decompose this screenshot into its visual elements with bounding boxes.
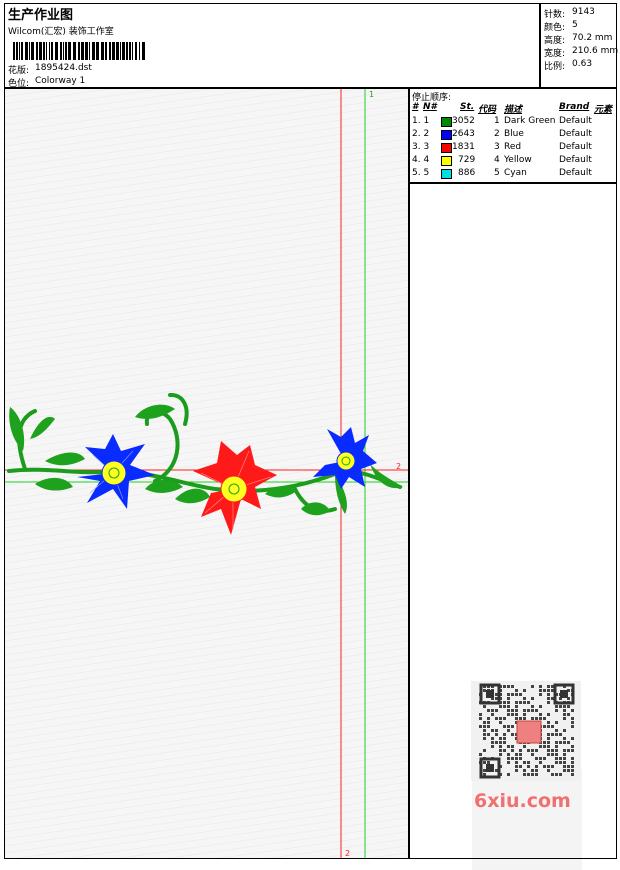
col-header-desc: 描述 xyxy=(504,105,523,115)
stats-panel: 针数: 9143 颜色: 5 高度: 70.2 mm 宽度: 210.6 mm … xyxy=(540,3,619,88)
color-swatch xyxy=(441,130,452,140)
row-index: 5. 5 xyxy=(412,168,430,178)
stat-stitches-label: 针数: xyxy=(544,10,566,20)
color-row: 5. 5 886 5 Cyan Default xyxy=(410,168,618,181)
row-index: 2. 2 xyxy=(412,129,430,139)
row-brand: Default xyxy=(559,129,592,139)
color-row: 3. 3 1831 3 Red Default xyxy=(410,142,618,155)
guide-marker-red-right: 2 xyxy=(396,462,401,471)
row-brand: Default xyxy=(559,142,592,152)
embroidery-canvas: 1 2 2 xyxy=(5,89,408,858)
row-stitches: 2643 xyxy=(452,129,475,139)
row-stitches: 1831 xyxy=(452,142,475,152)
row-stitches: 886 xyxy=(458,168,476,178)
color-row: 2. 2 2643 2 Blue Default xyxy=(410,129,618,142)
color-swatch xyxy=(441,143,452,153)
col-header-index: # xyxy=(412,102,419,112)
color-swatch xyxy=(441,169,452,179)
page-title: 生产作业图 xyxy=(8,8,74,23)
stat-width-value: 210.6 mm xyxy=(572,46,619,56)
row-code: 5 xyxy=(494,168,500,178)
row-desc: Cyan xyxy=(504,168,527,178)
row-desc: Dark Green xyxy=(504,116,556,126)
stat-stitches-value: 9143 xyxy=(572,7,595,17)
col-header-element: 元素 xyxy=(594,105,613,115)
header-info-panel: 生产作业图 Wilcom(汇宏) 装饰工作室 花版: 1895424.dst 色… xyxy=(4,3,540,89)
design-label: 花版: xyxy=(8,66,30,76)
row-index: 3. 3 xyxy=(412,142,430,152)
color-sequence-panel: 停止顺序: # N# St. 代码 描述 Brand 元素 1. 1 3052 … xyxy=(409,88,617,183)
row-stitches: 729 xyxy=(458,155,476,165)
row-desc: Yellow xyxy=(504,155,532,165)
col-header-stitches: St. xyxy=(460,102,475,112)
barcode xyxy=(13,42,145,60)
color-swatch xyxy=(441,117,452,127)
stat-height-label: 高度: xyxy=(544,36,566,46)
company-name: Wilcom(汇宏) 装饰工作室 xyxy=(8,27,114,37)
design-preview: 1 2 2 xyxy=(4,88,582,870)
qr-code-watermark: 6xiu.com xyxy=(471,681,581,811)
row-brand: Default xyxy=(559,168,592,178)
row-code: 4 xyxy=(494,155,500,165)
colorway-name: Colorway 1 xyxy=(35,76,86,86)
stat-scale-value: 0.63 xyxy=(572,59,593,69)
guide-marker-red-bottom: 2 xyxy=(345,849,350,858)
color-row: 4. 4 729 4 Yellow Default xyxy=(410,155,618,168)
design-file: 1895424.dst xyxy=(35,63,92,73)
row-code: 1 xyxy=(494,116,500,126)
row-code: 3 xyxy=(494,142,500,152)
col-header-brand: Brand xyxy=(559,102,590,112)
color-swatch xyxy=(441,156,452,166)
stat-colors-label: 颜色: xyxy=(544,23,566,33)
stat-width-label: 宽度: xyxy=(544,49,566,59)
col-header-code: 代码 xyxy=(478,105,497,115)
row-brand: Default xyxy=(559,155,592,165)
row-brand: Default xyxy=(559,116,592,126)
guide-marker-green-top: 1 xyxy=(369,90,374,99)
stat-colors-value: 5 xyxy=(572,20,578,30)
row-index: 4. 4 xyxy=(412,155,430,165)
row-index: 1. 1 xyxy=(412,116,430,126)
color-row: 1. 1 3052 1 Dark Green Default xyxy=(410,116,618,129)
stat-height-value: 70.2 mm xyxy=(572,33,613,43)
row-desc: Blue xyxy=(504,129,524,139)
stat-scale-label: 比例: xyxy=(544,62,566,72)
row-code: 2 xyxy=(494,129,500,139)
watermark-site: 6xiu.com xyxy=(474,790,571,811)
col-header-needle: N# xyxy=(423,102,437,112)
row-stitches: 3052 xyxy=(452,116,475,126)
row-desc: Red xyxy=(504,142,522,152)
